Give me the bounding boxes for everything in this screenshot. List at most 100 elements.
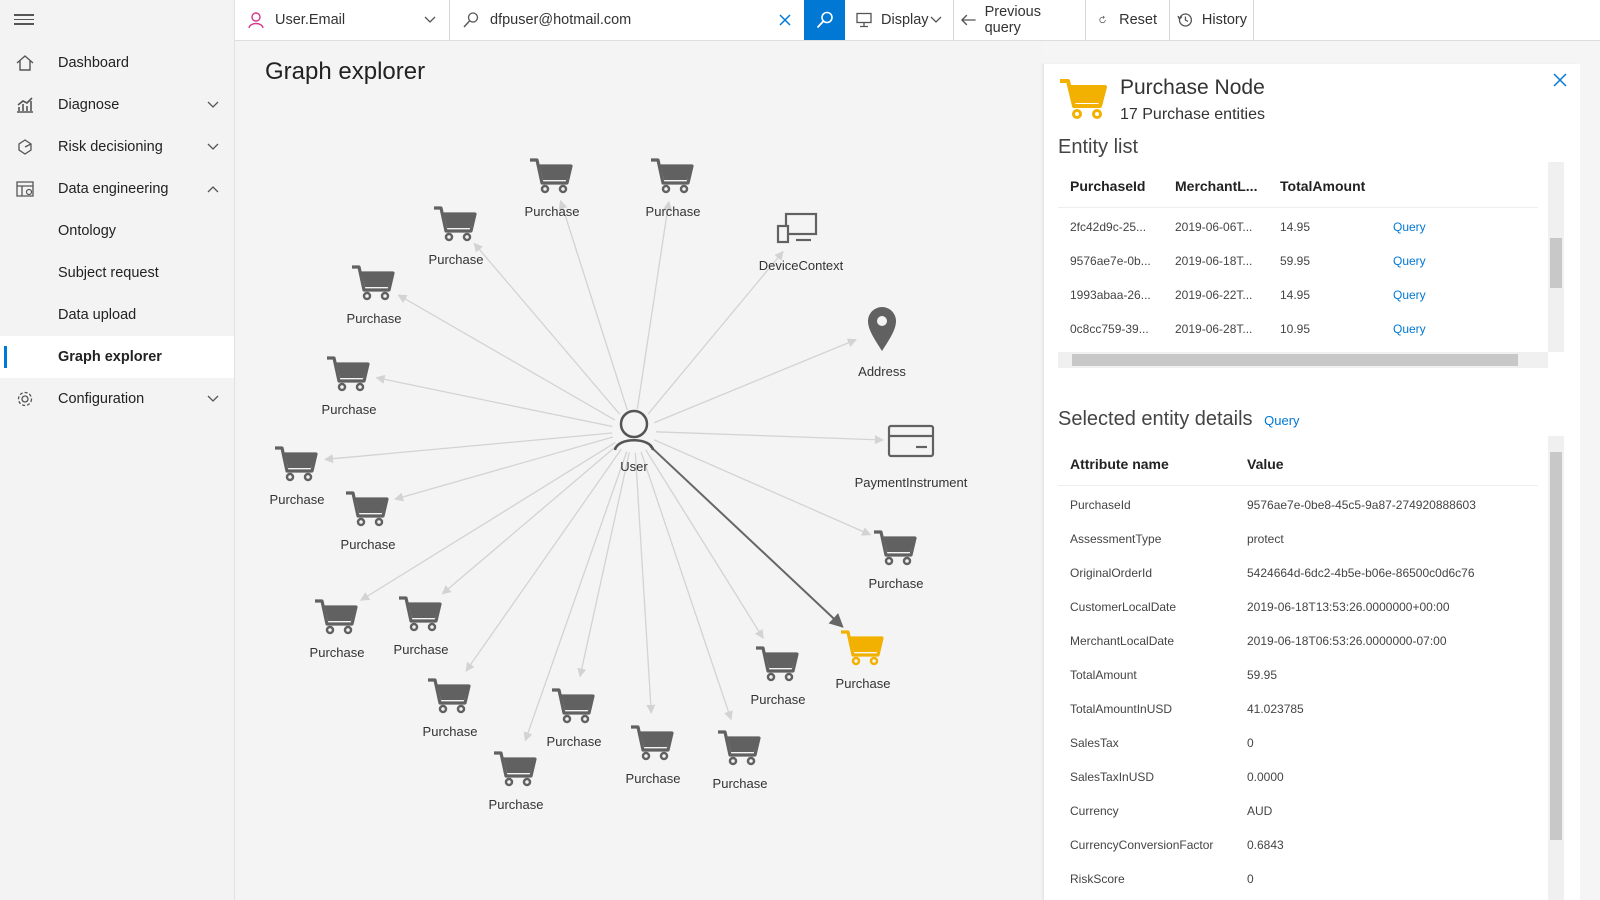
details-query-link[interactable]: Query (1264, 413, 1299, 428)
sidebar-item-data-upload[interactable]: Data upload (0, 294, 234, 336)
previous-query-button[interactable]: Previous query (954, 0, 1086, 40)
reset-icon (1099, 15, 1106, 24)
attribute-name: AssessmentType (1070, 532, 1162, 546)
purchase-node[interactable]: Purchase (626, 725, 681, 786)
device-icon (776, 212, 818, 244)
search-field[interactable]: dfpuser@hotmail.com (450, 0, 804, 40)
chart-icon (17, 97, 33, 113)
purchase-node[interactable]: Purchase (869, 530, 924, 591)
sidebar-item-label: Data upload (58, 307, 137, 323)
table-row: SalesTax 0 (1058, 726, 1538, 760)
cell-merchant-date: 2019-06-06T... (1175, 220, 1253, 234)
scrollbar-thumb[interactable] (1550, 452, 1562, 840)
graph-edge (649, 445, 844, 628)
graph-edge (640, 451, 733, 721)
query-link[interactable]: Query (1393, 220, 1426, 234)
details-vertical-scrollbar[interactable] (1548, 436, 1564, 900)
attribute-name: CurrencyConversionFactor (1070, 838, 1214, 852)
entity-list-header: PurchaseId MerchantL... TotalAmount (1058, 162, 1538, 208)
cell-merchant-date: 2019-06-28T... (1175, 322, 1253, 336)
column-header[interactable]: TotalAmount (1280, 178, 1365, 194)
search-button[interactable] (804, 0, 845, 40)
attribute-name: RiskScore (1070, 872, 1125, 886)
sidebar-item-graph-explorer[interactable]: Graph explorer (0, 336, 234, 378)
clear-icon[interactable] (778, 13, 792, 27)
chevron-up-icon (207, 186, 219, 193)
shopping-cart-icon (874, 530, 917, 566)
purchase-node[interactable]: Purchase (322, 356, 377, 417)
sidebar-item-label: Diagnose (58, 97, 120, 113)
user-node[interactable]: User (613, 409, 655, 474)
query-link[interactable]: Query (1393, 322, 1426, 336)
cell-total-amount: 10.95 (1280, 322, 1311, 336)
purchase-node[interactable]: Purchase (751, 646, 806, 707)
table-row[interactable]: 1993abaa-26... 2019-06-22T... 14.95 Quer… (1058, 278, 1538, 312)
graph-canvas[interactable]: Purchase Purchase Purchase Purchase Purchase… (235, 41, 1043, 900)
shopping-cart-icon (275, 446, 318, 482)
sidebar-item-label: Ontology (58, 223, 117, 239)
sidebar-item-dashboard[interactable]: Dashboard (0, 42, 234, 84)
column-header[interactable]: PurchaseId (1070, 178, 1145, 194)
table-row: MerchantLocalDate 2019-06-18T06:53:26.000… (1058, 624, 1538, 658)
history-button[interactable]: History (1170, 0, 1254, 40)
graph-edge (636, 200, 673, 410)
table-row: OriginalOrderId 5424664d-6dc2-4b5e-b06e-8… (1058, 556, 1538, 590)
sidebar-item-subject-request[interactable]: Subject request (0, 252, 234, 294)
user-icon (248, 12, 264, 29)
hamburger-menu-icon[interactable] (14, 11, 34, 29)
table-row[interactable]: 2fc42d9c-25... 2019-06-06T... 14.95 Quer… (1058, 210, 1538, 244)
display-dropdown[interactable]: Display (845, 0, 954, 40)
cell-purchase-id: 2fc42d9c-25... (1070, 220, 1147, 234)
payment-node[interactable]: PaymentInstrument (855, 424, 968, 490)
shopping-cart-icon (315, 599, 358, 635)
entity-list-vertical-scrollbar[interactable] (1548, 162, 1564, 352)
purchase-node[interactable]: Purchase (547, 688, 602, 749)
purchase-node[interactable]: Purchase (489, 751, 544, 812)
credit-card-icon (887, 424, 935, 458)
sidebar-item-risk-decisioning[interactable]: Risk decisioning (0, 126, 234, 168)
scrollbar-thumb[interactable] (1072, 354, 1518, 366)
reset-button[interactable]: Reset (1086, 0, 1170, 40)
cell-purchase-id: 1993abaa-26... (1070, 288, 1151, 302)
panel-subtitle: 17 Purchase entities (1120, 106, 1265, 123)
panel-title: Purchase Node (1120, 76, 1265, 99)
graph-edge (655, 431, 884, 445)
table-row[interactable]: 0c8cc759-39... 2019-06-28T... 10.95 Quer… (1058, 312, 1538, 346)
purchase-node[interactable]: Purchase (310, 599, 365, 660)
purchase-node[interactable]: Purchase (713, 730, 768, 791)
attribute-value: AUD (1247, 804, 1273, 818)
table-row[interactable]: 9576ae7e-0b... 2019-06-18T... 59.95 Quer… (1058, 244, 1538, 278)
scrollbar-thumb[interactable] (1550, 238, 1562, 288)
entity-list-horizontal-scrollbar[interactable] (1058, 352, 1548, 368)
node-label: User (620, 459, 648, 474)
search-input[interactable]: dfpuser@hotmail.com (490, 12, 631, 28)
sidebar-item-ontology[interactable]: Ontology (0, 210, 234, 252)
sidebar-item-configuration[interactable]: Configuration (0, 378, 234, 420)
column-header[interactable]: MerchantL... (1175, 178, 1257, 194)
close-icon[interactable] (1552, 72, 1568, 88)
entity-type-select[interactable]: User.Email (235, 0, 450, 40)
node-label: Purchase (394, 642, 449, 657)
purchase-node-selected[interactable]: Purchase (836, 630, 891, 691)
address-node[interactable]: Address (858, 307, 906, 379)
query-link[interactable]: Query (1393, 288, 1426, 302)
attribute-value: 9576ae7e-0be8-45c5-9a87-274920888603 (1247, 498, 1476, 512)
purchase-node[interactable]: Purchase (525, 158, 580, 219)
purchase-node[interactable]: Purchase (270, 446, 325, 507)
purchase-node[interactable]: Purchase (423, 678, 478, 739)
query-link[interactable]: Query (1393, 254, 1426, 268)
sidebar-item-diagnose[interactable]: Diagnose (0, 84, 234, 126)
device-node[interactable]: DeviceContext (759, 212, 844, 273)
attribute-value: 5424664d-6dc2-4b5e-b06e-86500c0d6c76 (1247, 566, 1475, 580)
entity-list-title: Entity list (1058, 136, 1139, 158)
purchase-node[interactable]: Purchase (347, 265, 402, 326)
purchase-node[interactable]: Purchase (646, 158, 701, 219)
purchase-node[interactable]: Purchase (429, 206, 484, 267)
purchase-node[interactable]: Purchase (394, 596, 449, 657)
shopping-cart-icon (494, 751, 537, 787)
purchase-node[interactable]: Purchase (341, 491, 396, 552)
shopping-cart-icon (428, 678, 471, 714)
sidebar-item-data-engineering[interactable]: Data engineering (0, 168, 234, 210)
graph-edge (653, 439, 872, 536)
shopping-cart-icon (841, 630, 884, 666)
